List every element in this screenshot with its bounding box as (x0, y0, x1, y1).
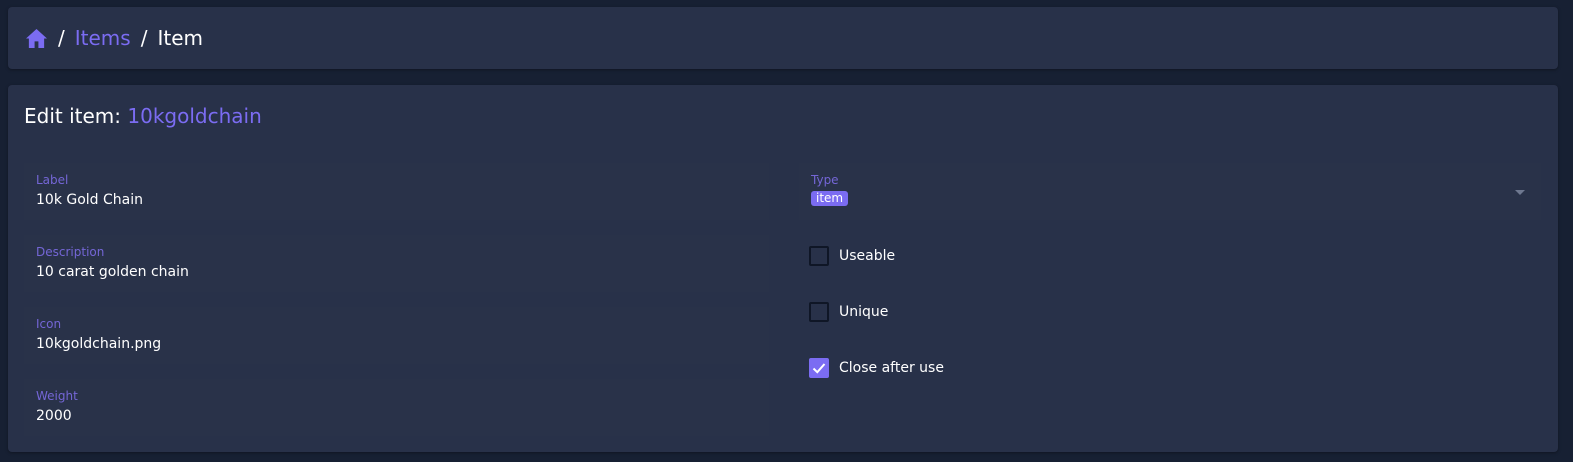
breadcrumb: / Items / Item (8, 7, 1558, 69)
breadcrumb-items-link[interactable]: Items (75, 26, 131, 50)
description-field-value[interactable]: 10 carat golden chain (36, 263, 757, 281)
icon-field-value[interactable]: 10kgoldchain.png (36, 335, 757, 353)
edit-item-panel: Edit item: 10kgoldchain Label 10k Gold C… (8, 85, 1558, 452)
description-field-label: Description (36, 245, 105, 259)
unique-checkbox-label[interactable]: Unique (839, 304, 888, 320)
close-after-use-checkbox-box[interactable] (809, 358, 829, 378)
icon-field-label: Icon (36, 317, 62, 331)
type-select-label: Type (811, 173, 839, 187)
checkmark-icon (812, 363, 826, 374)
label-field[interactable]: Label 10k Gold Chain (24, 163, 769, 220)
type-select[interactable]: Type item (799, 163, 1541, 220)
close-after-use-checkbox[interactable]: Close after use (809, 358, 944, 378)
weight-field[interactable]: Weight 2000 (24, 379, 769, 436)
breadcrumb-separator: / (140, 26, 148, 50)
label-field-value[interactable]: 10k Gold Chain (36, 191, 757, 209)
home-icon[interactable] (25, 28, 48, 49)
weight-field-value[interactable]: 2000 (36, 407, 757, 425)
useable-checkbox[interactable]: Useable (809, 246, 895, 266)
title-prefix: Edit item: (24, 104, 122, 128)
description-field[interactable]: Description 10 carat golden chain (24, 235, 769, 292)
weight-field-label: Weight (36, 389, 78, 403)
useable-checkbox-box[interactable] (809, 246, 829, 266)
breadcrumb-separator: / (58, 26, 65, 50)
unique-checkbox[interactable]: Unique (809, 302, 888, 322)
type-chip: item (811, 191, 849, 206)
page-title: Edit item: 10kgoldchain (24, 104, 262, 128)
useable-checkbox-label[interactable]: Useable (839, 248, 895, 264)
breadcrumb-current: Item (157, 26, 203, 50)
close-after-use-checkbox-label[interactable]: Close after use (839, 360, 944, 376)
chevron-down-icon[interactable] (1515, 190, 1525, 195)
item-name: 10kgoldchain (127, 104, 262, 128)
icon-field[interactable]: Icon 10kgoldchain.png (24, 307, 769, 364)
label-field-label: Label (36, 173, 69, 187)
unique-checkbox-box[interactable] (809, 302, 829, 322)
